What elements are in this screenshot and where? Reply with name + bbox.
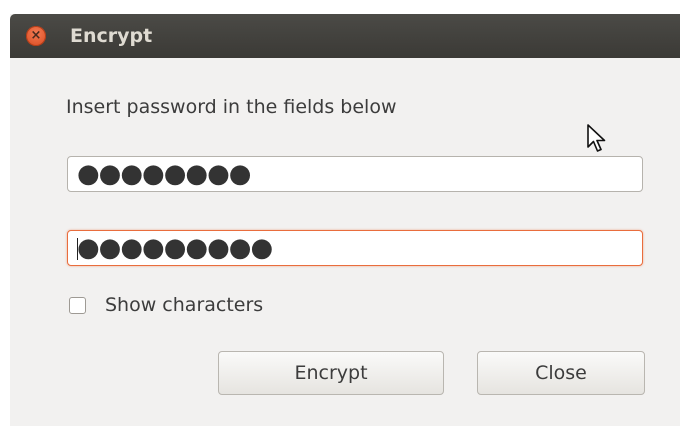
password-field[interactable]: ●●●●●●●● <box>67 156 643 192</box>
close-button[interactable]: Close <box>477 351 645 395</box>
confirm-password-field[interactable]: ●●●●●●●●● <box>67 230 643 266</box>
close-window-icon[interactable]: × <box>26 26 46 46</box>
encrypt-button[interactable]: Encrypt <box>218 351 444 395</box>
window-title: Encrypt <box>70 25 153 47</box>
password-field-value: ●●●●●●●● <box>77 159 251 189</box>
show-characters-checkbox[interactable] <box>69 297 86 314</box>
show-characters-label[interactable]: Show characters <box>105 294 263 316</box>
confirm-password-field-value: ●●●●●●●●● <box>77 233 273 263</box>
encrypt-dialog: × Encrypt Insert password in the fields … <box>10 14 680 426</box>
title-bar: × Encrypt <box>10 14 680 58</box>
mouse-pointer-icon <box>587 124 606 152</box>
instruction-label: Insert password in the fields below <box>66 96 397 118</box>
